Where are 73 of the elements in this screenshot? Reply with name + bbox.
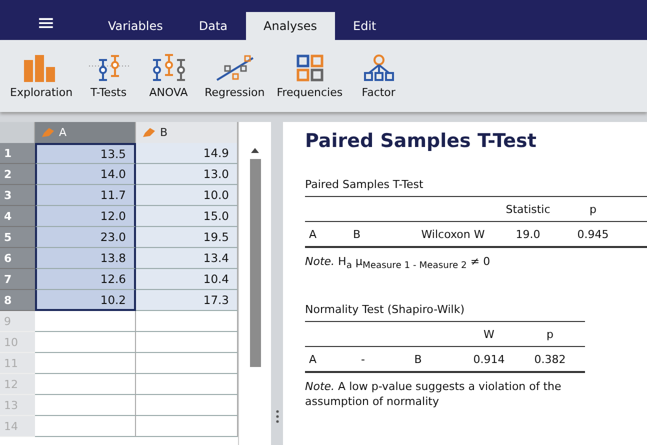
table-cell: 13.5	[35, 143, 136, 164]
tab[interactable]: Edit	[335, 12, 394, 40]
table-cell: 13.0	[136, 164, 238, 185]
row-number: 14	[0, 416, 35, 437]
table-cell: 10.0	[136, 185, 238, 206]
column-name: A	[59, 126, 67, 139]
column-header: p	[546, 328, 554, 341]
row-number: 8	[0, 290, 35, 311]
toolbar-button[interactable]: ANOVA	[138, 50, 199, 102]
table-note: Note. H$_{a}$ μ$_{Measure 1 - Measure 2}$ ≠ 0	[305, 254, 492, 274]
scatter-line-icon	[214, 54, 255, 82]
table-cell-text: -	[360, 352, 366, 366]
table-cell: 17.3	[136, 290, 238, 311]
table-cell: 10.2	[35, 290, 136, 311]
table-cell-text: A	[308, 352, 318, 366]
table-cell-text: B	[413, 352, 423, 366]
hierarchy-icon	[364, 54, 394, 82]
drag-handle-icon[interactable]	[276, 410, 278, 423]
tab[interactable]: Variables	[90, 12, 181, 40]
table-cell: 13.4	[136, 248, 238, 269]
table-note: Note. A low p-value suggests a violation of the assumption of normality	[305, 379, 562, 410]
table-cell-text: 0.945	[576, 228, 610, 240]
results-heading: Paired Samples T-Test	[305, 130, 538, 152]
table-cell: 10.4	[136, 269, 238, 290]
table-cell: 14.9	[136, 143, 238, 164]
table-cell: 15.0	[136, 206, 238, 227]
table-cell-text: A	[308, 228, 318, 240]
error-bars-icon	[88, 54, 129, 82]
table-cell-text: 0.914	[472, 352, 506, 366]
table-cell: 23.0	[35, 227, 136, 248]
tab[interactable]: Analyses	[246, 12, 335, 40]
row-number: 11	[0, 353, 35, 374]
row-number: 3	[0, 185, 35, 206]
tab[interactable]: Data	[180, 12, 246, 40]
row-number: 7	[0, 269, 35, 290]
table-cell-text: 19.0	[514, 228, 542, 240]
row-number: 4	[0, 206, 35, 227]
toolbar-button[interactable]: Exploration	[4, 50, 79, 102]
table-title: Paired Samples T-Test	[305, 178, 647, 197]
table-title: Normality Test (Shapiro-Wilk)	[305, 303, 585, 322]
table-cell: 19.5	[136, 227, 238, 248]
table-cell: 12.6	[35, 269, 136, 290]
column-header: Statistic	[504, 202, 552, 216]
column-header: W	[482, 328, 496, 341]
row-number: 6	[0, 248, 35, 269]
row-number: 10	[0, 332, 35, 353]
table-cell: 13.8	[35, 248, 136, 269]
column-header: p	[588, 202, 598, 216]
row-number: 13	[0, 395, 35, 416]
table-cell: 14.0	[35, 164, 136, 185]
toolbar-button[interactable]: Regression	[198, 50, 271, 102]
row-number: 12	[0, 374, 35, 395]
toolbar-button[interactable]: Frequencies	[270, 50, 349, 102]
scrollbar[interactable]	[238, 122, 271, 445]
pencil-icon	[41, 128, 55, 138]
menu-button[interactable]: ≡	[26, 6, 66, 40]
column-header[interactable]: B	[136, 122, 238, 143]
pencil-icon	[142, 128, 156, 138]
table-cell-text: Wilcoxon W	[420, 228, 486, 240]
toolbar-button[interactable]: T-Tests	[78, 50, 139, 102]
row-number: 1	[0, 143, 35, 164]
grid-corner[interactable]	[0, 122, 35, 143]
table-cell-text: 0.382	[533, 352, 567, 366]
table-cell: 12.0	[35, 206, 136, 227]
row-number: 5	[0, 227, 35, 248]
column-header[interactable]: A	[35, 122, 136, 143]
grid-icon	[296, 54, 324, 82]
table-cell: 11.7	[35, 185, 136, 206]
row-number: 9	[0, 311, 35, 332]
table-cell-text: B	[352, 228, 362, 240]
toolbar-button[interactable]: Factor	[348, 50, 409, 102]
column-name: B	[160, 126, 168, 139]
row-number: 2	[0, 164, 35, 185]
